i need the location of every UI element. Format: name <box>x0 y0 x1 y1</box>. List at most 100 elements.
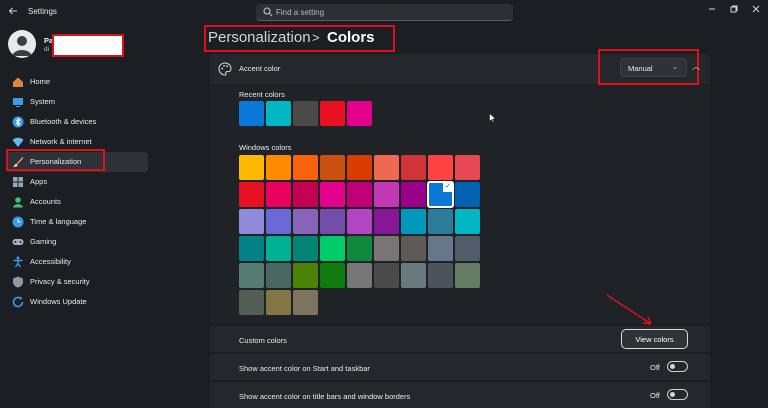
windows-color-swatch[interactable] <box>455 155 480 180</box>
sidebar-item-gaming[interactable]: Gaming <box>6 232 148 252</box>
windows-color-swatch[interactable] <box>293 155 318 180</box>
windows-color-swatch[interactable] <box>374 182 399 207</box>
chevron-down-icon: ⌄ <box>672 64 678 71</box>
windows-color-swatch[interactable] <box>455 263 480 288</box>
windows-color-swatch[interactable] <box>428 155 453 180</box>
sidebar-item-label: Home <box>30 77 51 86</box>
recent-color-swatch[interactable] <box>293 101 318 126</box>
windows-color-swatch[interactable] <box>374 209 399 234</box>
palette-icon <box>218 62 232 76</box>
windows-color-swatch[interactable] <box>239 263 264 288</box>
recent-color-swatch[interactable] <box>347 101 372 126</box>
chevron-up-icon[interactable]: ︿ <box>692 61 700 72</box>
sidebar-item-system[interactable]: System <box>6 92 148 112</box>
windows-color-swatch[interactable] <box>320 182 345 207</box>
sidebar-item-network[interactable]: Network & internet <box>6 132 148 152</box>
search-input[interactable] <box>276 4 506 20</box>
windows-color-swatch[interactable] <box>401 209 426 234</box>
windows-color-swatch[interactable] <box>428 209 453 234</box>
windows-color-swatch[interactable] <box>428 263 453 288</box>
windows-color-swatch[interactable] <box>320 209 345 234</box>
windows-color-swatch[interactable] <box>293 263 318 288</box>
sidebar-item-apps[interactable]: Apps <box>6 172 148 192</box>
windows-color-swatch[interactable] <box>401 236 426 261</box>
windows-color-swatch[interactable] <box>374 236 399 261</box>
sidebar-item-time-language[interactable]: Time & language <box>6 212 148 232</box>
sidebar-item-accessibility[interactable]: Accessibility <box>6 252 148 272</box>
start-taskbar-accent-toggle[interactable] <box>667 361 688 372</box>
windows-color-swatch[interactable] <box>455 209 480 234</box>
sidebar-item-label: Bluetooth & devices <box>30 117 97 126</box>
back-button[interactable] <box>6 4 20 18</box>
sidebar-item-bluetooth[interactable]: Bluetooth & devices <box>6 112 148 132</box>
windows-color-swatch[interactable] <box>266 209 291 234</box>
recent-color-swatch[interactable] <box>266 101 291 126</box>
sidebar-item-privacy[interactable]: Privacy & security <box>6 272 148 292</box>
windows-color-swatch[interactable] <box>347 155 372 180</box>
breadcrumb-parent[interactable]: Personalization <box>208 29 311 46</box>
restore-icon <box>730 5 738 13</box>
toggle-knob <box>670 364 675 369</box>
windows-color-swatch[interactable] <box>266 236 291 261</box>
windows-color-swatch[interactable] <box>293 236 318 261</box>
person-icon <box>12 36 32 56</box>
windows-color-swatch[interactable] <box>347 236 372 261</box>
sidebar-item-label: Accessibility <box>30 257 71 266</box>
windows-color-swatch[interactable] <box>239 290 264 315</box>
accent-mode-dropdown[interactable]: Manual ⌄ <box>620 58 687 77</box>
windows-color-swatch[interactable] <box>239 182 264 207</box>
windows-color-swatch[interactable] <box>266 182 291 207</box>
windows-color-swatch[interactable] <box>293 182 318 207</box>
accent-mode-value: Manual <box>628 64 653 73</box>
home-icon <box>13 77 23 87</box>
sidebar-item-accounts[interactable]: Accounts <box>6 192 148 212</box>
windows-color-swatch[interactable] <box>347 209 372 234</box>
checkmark-icon: ✓ <box>443 182 453 192</box>
windows-color-swatch[interactable] <box>266 155 291 180</box>
windows-color-swatch[interactable] <box>293 290 318 315</box>
accessibility-icon <box>13 256 23 268</box>
windows-color-swatch[interactable] <box>374 263 399 288</box>
sidebar-item-home[interactable]: Home <box>6 72 148 92</box>
windows-color-swatch[interactable]: ✓ <box>427 181 454 208</box>
view-colors-button[interactable]: View colors <box>621 329 688 349</box>
windows-color-swatch[interactable] <box>374 155 399 180</box>
windows-color-swatch[interactable] <box>266 263 291 288</box>
sidebar-item-personalization[interactable]: Personalization <box>6 152 148 172</box>
windows-color-swatch[interactable] <box>239 209 264 234</box>
maximize-button[interactable] <box>726 3 742 17</box>
windows-color-swatch[interactable] <box>239 155 264 180</box>
close-icon <box>752 5 760 13</box>
shield-icon <box>13 276 23 288</box>
windows-color-swatch[interactable] <box>347 182 372 207</box>
windows-color-swatch[interactable] <box>320 236 345 261</box>
sidebar-item-label: Network & internet <box>30 137 92 146</box>
recent-color-swatch[interactable] <box>320 101 345 126</box>
close-button[interactable] <box>748 3 764 17</box>
sidebar-item-label: System <box>30 97 56 106</box>
windows-color-swatch[interactable] <box>293 209 318 234</box>
avatar[interactable] <box>8 30 36 58</box>
bluetooth-icon <box>12 116 24 128</box>
windows-color-swatch[interactable] <box>266 290 291 315</box>
toggle-knob <box>670 392 675 397</box>
sidebar-item-label: Windows Update <box>30 297 87 306</box>
minimize-button[interactable] <box>704 3 720 17</box>
toggle-label: Show accent color on Start and taskbar <box>239 364 370 373</box>
windows-color-swatch[interactable] <box>401 155 426 180</box>
sidebar-item-windows-update[interactable]: Windows Update <box>6 292 148 312</box>
recent-color-swatch[interactable] <box>239 101 264 126</box>
windows-color-swatch[interactable] <box>455 236 480 261</box>
windows-color-swatch[interactable] <box>401 182 426 207</box>
windows-color-swatch[interactable] <box>320 155 345 180</box>
windows-color-swatch[interactable] <box>239 236 264 261</box>
person-icon <box>13 197 23 208</box>
windows-color-swatch[interactable] <box>455 182 480 207</box>
windows-color-swatch[interactable] <box>401 263 426 288</box>
search-box[interactable] <box>256 4 513 21</box>
windows-color-swatch[interactable] <box>320 263 345 288</box>
windows-color-swatch[interactable] <box>428 236 453 261</box>
breadcrumb-separator: > <box>312 30 320 45</box>
title-bars-accent-toggle[interactable] <box>667 389 688 400</box>
windows-color-swatch[interactable] <box>347 263 372 288</box>
